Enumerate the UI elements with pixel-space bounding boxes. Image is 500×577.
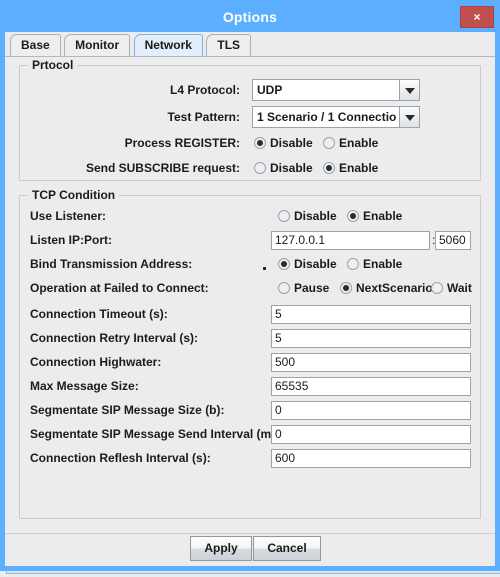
- use-listener-label: Use Listener:: [30, 209, 107, 223]
- l4-protocol-combo[interactable]: UDP: [252, 79, 420, 101]
- send-subscribe-radio-disable[interactable]: Disable: [254, 159, 313, 177]
- send-subscribe-radio-enable[interactable]: Enable: [323, 159, 378, 177]
- test-pattern-value: 1 Scenario / 1 Connection: [257, 110, 397, 124]
- page-title: Options: [222, 9, 278, 25]
- cancel-button[interactable]: Cancel: [253, 536, 321, 561]
- radio-label: Enable: [363, 209, 403, 223]
- bind-transmission-label: Bind Transmission Address:: [30, 257, 193, 271]
- tab-strip: Base Monitor Network TLS: [5, 32, 495, 56]
- radio-label: Disable: [294, 209, 337, 223]
- operation-failed-radio-wait[interactable]: Wait: [431, 279, 472, 297]
- options-dialog: Options × Base Monitor Network TLS Prtoc…: [0, 0, 500, 571]
- tab-content-network: Prtocol L4 Protocol: UDP Test Pattern: 1…: [5, 56, 495, 520]
- connection-reflesh-interval-input[interactable]: 600: [271, 449, 471, 468]
- dialog-button-bar: Apply Cancel: [5, 533, 495, 566]
- radio-label: Enable: [339, 136, 379, 150]
- radio-label: NextScenario: [356, 281, 433, 295]
- connection-reflesh-interval-label: Connection Reflesh Interval (s):: [30, 451, 211, 465]
- send-subscribe-label: Send SUBSCRIBE request:: [85, 161, 240, 175]
- bind-transmission-radio-enable[interactable]: Enable: [347, 255, 402, 273]
- radio-dot-icon: [340, 282, 352, 294]
- operation-failed-radio-nextscenario[interactable]: NextScenario: [340, 279, 433, 297]
- radio-dot-icon: [347, 258, 359, 270]
- radio-label: Pause: [294, 281, 330, 295]
- bind-transmission-radio-disable[interactable]: Disable: [278, 255, 337, 273]
- apply-button[interactable]: Apply: [190, 536, 252, 561]
- tcp-condition-group-title: TCP Condition: [28, 188, 120, 202]
- radio-dot-icon: [431, 282, 443, 294]
- l4-protocol-value: UDP: [257, 83, 283, 97]
- radio-dot-icon: [323, 162, 335, 174]
- segmentate-send-interval-label: Segmentate SIP Message Send Interval (ms…: [30, 427, 286, 441]
- protocol-group-title: Prtocol: [28, 58, 78, 72]
- connection-retry-interval-label: Connection Retry Interval (s):: [30, 331, 199, 345]
- radio-dot-icon: [278, 258, 290, 270]
- radio-label: Disable: [270, 161, 313, 175]
- operation-failed-label: Operation at Failed to Connect:: [30, 281, 209, 295]
- radio-dot-icon: [254, 162, 266, 174]
- radio-label: Disable: [294, 257, 337, 271]
- radio-label: Wait: [447, 281, 472, 295]
- tab-base[interactable]: Base: [10, 34, 61, 56]
- connection-highwater-input[interactable]: 500: [271, 353, 471, 372]
- title-bar: Options ×: [5, 5, 495, 32]
- listen-ip-port-label: Listen IP:Port:: [30, 233, 113, 247]
- protocol-group: Prtocol L4 Protocol: UDP Test Pattern: 1…: [19, 58, 481, 181]
- radio-dot-icon: [323, 137, 335, 149]
- chevron-down-icon[interactable]: [399, 80, 419, 100]
- close-icon[interactable]: ×: [460, 6, 494, 28]
- process-register-radio-enable[interactable]: Enable: [323, 134, 378, 152]
- tcp-condition-group: TCP Condition Use Listener: Disable Enab…: [19, 188, 481, 519]
- test-pattern-combo[interactable]: 1 Scenario / 1 Connection: [252, 106, 420, 128]
- operation-failed-radio-pause[interactable]: Pause: [278, 279, 329, 297]
- radio-label: Enable: [363, 257, 403, 271]
- radio-dot-icon: [278, 210, 290, 222]
- max-message-size-input[interactable]: 65535: [271, 377, 471, 396]
- connection-timeout-input[interactable]: 5: [271, 305, 471, 324]
- listen-port-input[interactable]: 5060: [435, 231, 471, 250]
- use-listener-radio-enable[interactable]: Enable: [347, 207, 402, 225]
- radio-label: Enable: [339, 161, 379, 175]
- segmentate-size-input[interactable]: 0: [271, 401, 471, 420]
- process-register-radio-disable[interactable]: Disable: [254, 134, 313, 152]
- process-register-label: Process REGISTER:: [124, 136, 240, 150]
- connection-highwater-label: Connection Highwater:: [30, 355, 162, 369]
- radio-label: Disable: [270, 136, 313, 150]
- l4-protocol-label: L4 Protocol:: [169, 83, 240, 97]
- tab-monitor[interactable]: Monitor: [64, 34, 131, 56]
- use-listener-radio-disable[interactable]: Disable: [278, 207, 337, 225]
- listen-ip-input[interactable]: 127.0.0.1: [271, 231, 430, 250]
- radio-dot-icon: [347, 210, 359, 222]
- segmentate-size-label: Segmentate SIP Message Size (b):: [30, 403, 225, 417]
- radio-dot-icon: [278, 282, 290, 294]
- max-message-size-label: Max Message Size:: [30, 379, 139, 393]
- mouse-cursor-artifact: [263, 267, 266, 270]
- chevron-down-icon[interactable]: [399, 107, 419, 127]
- tab-tls[interactable]: TLS: [206, 34, 252, 56]
- connection-timeout-label: Connection Timeout (s):: [30, 307, 168, 321]
- segmentate-send-interval-input[interactable]: 0: [271, 425, 471, 444]
- test-pattern-label: Test Pattern:: [167, 110, 240, 124]
- connection-retry-interval-input[interactable]: 5: [271, 329, 471, 348]
- tab-network[interactable]: Network: [133, 34, 203, 56]
- radio-dot-icon: [254, 137, 266, 149]
